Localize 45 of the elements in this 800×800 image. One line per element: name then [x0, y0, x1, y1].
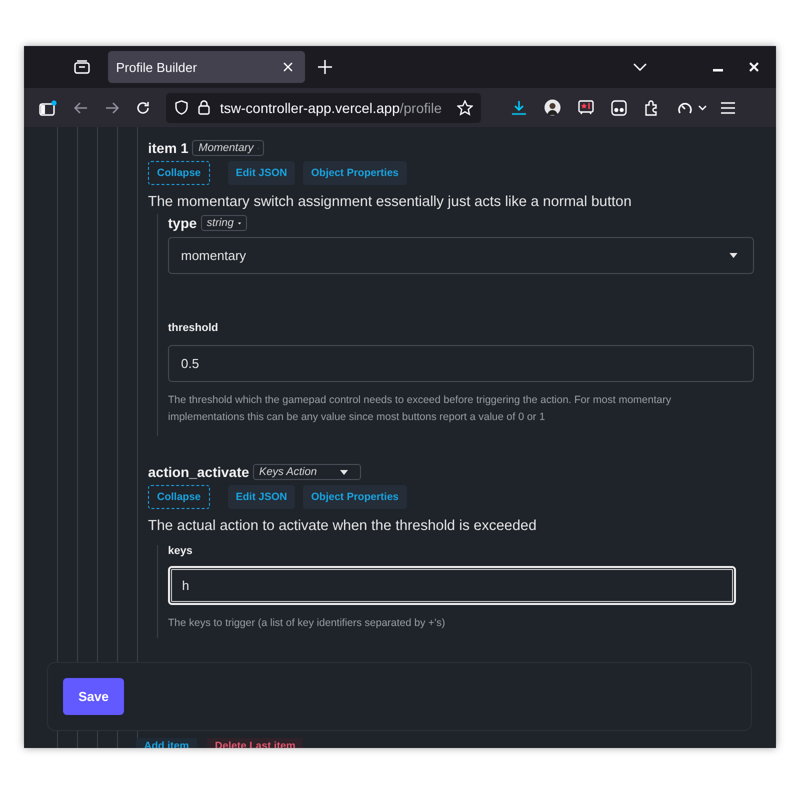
item-title: item 1: [148, 140, 188, 156]
keys-field[interactable]: h: [168, 566, 736, 605]
tab-title: Profile Builder: [116, 60, 197, 74]
reload-icon[interactable]: [136, 100, 150, 114]
collapse-button[interactable]: Collapse: [148, 161, 210, 185]
download-icon[interactable]: [511, 100, 527, 116]
lock-icon: [198, 100, 210, 115]
glasses-icon[interactable]: [611, 100, 627, 116]
type-select[interactable]: string: [200, 215, 247, 231]
help-text: The threshold which the gamepad control needs to exceed before triggering the action. For most momentary implementations this can be any value since most buttons report a value of 0 or 1: [168, 393, 672, 425]
toolbar-button[interactable]: Edit JSON: [228, 485, 296, 509]
star-icon[interactable]: [457, 100, 473, 116]
url-text: tsw-controller-app.vercel.app/profile: [220, 100, 443, 116]
forward-icon[interactable]: [105, 102, 119, 114]
address-bar[interactable]: tsw-controller-app.vercel.app/profile: [166, 92, 481, 122]
gauge-icon[interactable]: [677, 100, 693, 114]
action-description: The actual action to activate when the threshold is exceeded: [148, 518, 538, 534]
avatar-icon[interactable]: [544, 99, 561, 116]
field-label: type: [168, 215, 197, 231]
menu-icon[interactable]: [721, 102, 735, 114]
type-select[interactable]: Momentary: [192, 140, 264, 156]
tab-list-icon[interactable]: [74, 60, 90, 74]
toolbar-button[interactable]: Object Properties: [303, 161, 407, 185]
bookmark-card-icon[interactable]: [578, 100, 594, 115]
back-icon[interactable]: [74, 102, 88, 114]
type-dropdown[interactable]: momentary: [168, 237, 754, 274]
field-label: threshold: [168, 322, 220, 334]
toolbar-button[interactable]: Object Properties: [303, 485, 407, 509]
minimize-icon[interactable]: [713, 68, 723, 72]
close-icon[interactable]: [283, 62, 293, 72]
sidebar-icon[interactable]: [39, 100, 57, 116]
toolbar-button[interactable]: Edit JSON: [228, 161, 296, 185]
threshold-field[interactable]: 0.5: [168, 345, 754, 382]
shield-icon[interactable]: [175, 100, 188, 115]
new-tab-icon[interactable]: [318, 60, 332, 74]
item-description: The momentary switch assignment essentially just acts like a normal button: [148, 194, 633, 210]
type-select[interactable]: Keys Action: [253, 464, 362, 480]
close-icon[interactable]: [749, 62, 759, 72]
help-text: The keys to trigger (a list of key identifiers separated by +'s): [168, 616, 446, 631]
field-label: action_activate: [148, 464, 250, 480]
browser-tab[interactable]: Profile Builder: [108, 51, 305, 83]
save-button[interactable]: Save: [63, 678, 124, 715]
chevron-down-icon[interactable]: [633, 63, 647, 71]
collapse-button[interactable]: Collapse: [148, 485, 210, 509]
field-label: keys: [168, 545, 194, 557]
